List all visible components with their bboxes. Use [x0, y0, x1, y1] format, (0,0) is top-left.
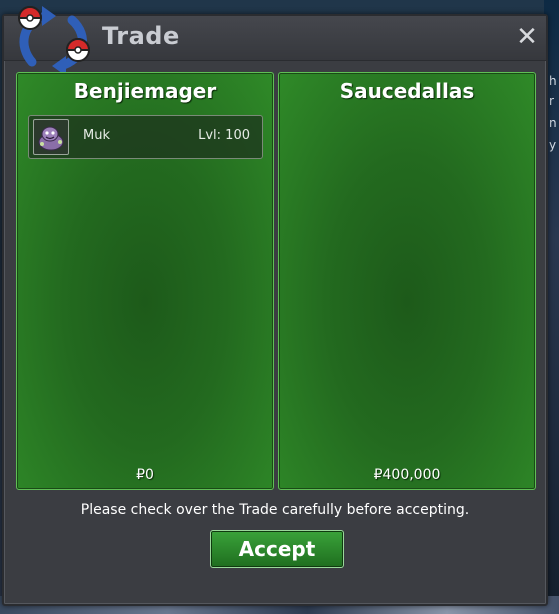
left-money-offer: ₽0	[136, 467, 154, 483]
right-trade-panel: Saucedallas ₽400,000	[278, 72, 536, 490]
right-player-name: Saucedallas	[339, 79, 475, 103]
pokeball-swap-logo-icon	[17, 6, 91, 76]
pokemon-name: Muk	[83, 128, 110, 143]
trade-notice-text: Please check over the Trade carefully be…	[80, 502, 470, 518]
close-button[interactable]: ✕	[514, 24, 540, 50]
background-text: y	[549, 138, 557, 152]
background-text: h	[549, 74, 557, 88]
left-trade-panel: Benjiemager Muk Lvl: 100 ₽0	[16, 72, 274, 490]
right-money-offer: ₽400,000	[373, 467, 441, 483]
trade-window: Trade ✕ Benjiemager Muk Lvl: 100 ₽0 Sauc…	[2, 6, 548, 606]
background-text: r	[549, 94, 554, 108]
pokemon-icon-box	[33, 119, 69, 155]
window-title: Trade	[102, 22, 180, 50]
accept-button[interactable]: Accept	[210, 530, 344, 568]
pokemon-level: Lvl: 100	[198, 128, 250, 143]
left-player-name: Benjiemager	[73, 79, 217, 103]
muk-sprite-icon	[38, 126, 64, 151]
title-bar[interactable]: Trade ✕	[4, 6, 546, 76]
background-text: n	[549, 116, 557, 130]
trade-pokemon-slot[interactable]: Muk Lvl: 100	[28, 115, 263, 159]
